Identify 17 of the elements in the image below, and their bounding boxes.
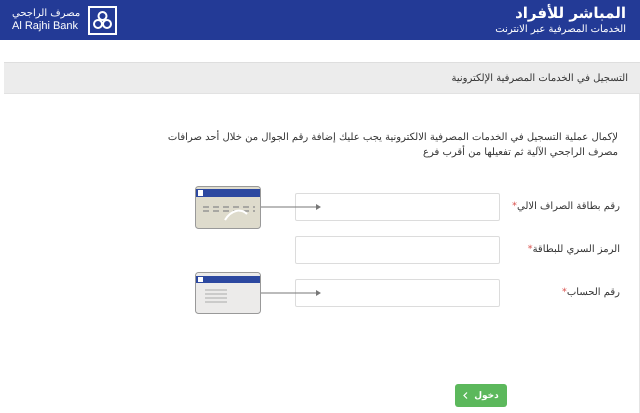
chevron-icon: [463, 392, 468, 399]
input-field[interactable]: [295, 279, 500, 307]
bank-name: Al Rajhi Bank: [12, 20, 78, 33]
bank-card-drawing: [195, 272, 261, 314]
intro-text: لإكمال عملية التسجيل في الخدمات المصرفية الالكترونية يجب عليك إضافة رقم الجوال من خلال أحد صرافات مصرف الراجحي الآلية ثم تفعيلها من أقرب فرع: [166, 130, 618, 160]
logo-icon[interactable]: [88, 6, 118, 34]
section-heading: التسجيل في الخدمات المصرفية الإلكترونية: [4, 62, 640, 94]
login-button[interactable]: دخول: [455, 384, 507, 407]
field-label: رقم الحساب*: [562, 286, 620, 300]
site-subtitle: الخدمات المصرفية عبر الانترنت: [495, 24, 626, 36]
site-title: المباشر للأفراد: [514, 4, 626, 22]
input-field[interactable]: [295, 193, 500, 221]
bank-card-drawing: [195, 186, 261, 228]
bank-name: مصرف الراجحي: [12, 7, 80, 20]
field-label: رقم بطاقة الصراف الالي*: [512, 200, 620, 214]
input-field[interactable]: [295, 236, 500, 264]
field-label: الرمز السري للبطاقة*: [528, 243, 620, 257]
